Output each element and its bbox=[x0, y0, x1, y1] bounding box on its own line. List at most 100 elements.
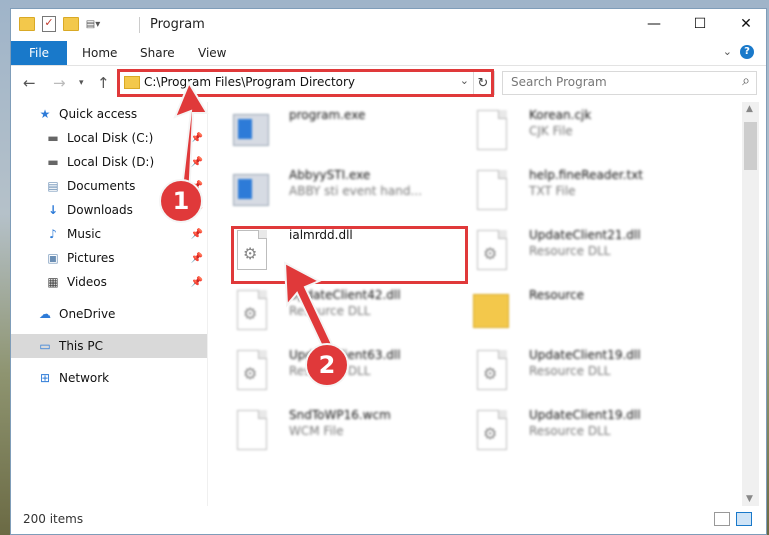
title-separator bbox=[139, 17, 140, 33]
dll-gear-icon: ⚙ bbox=[471, 408, 511, 452]
search-placeholder: Search Program bbox=[511, 75, 607, 89]
file-item[interactable]: ⚙ UpdateClient21.dll Resource DLL bbox=[449, 222, 694, 278]
scroll-up-icon[interactable]: ▲ bbox=[746, 104, 753, 114]
file-name: Resource bbox=[529, 288, 585, 302]
drive-icon: ▬ bbox=[47, 155, 59, 169]
pin-icon: 📌 bbox=[190, 252, 203, 264]
file-type: ABBY sti event hand... bbox=[289, 184, 422, 198]
sidebar-item-label: Documents bbox=[67, 179, 136, 193]
folder-icon[interactable] bbox=[19, 16, 35, 32]
tab-view[interactable]: View bbox=[198, 46, 226, 60]
dll-gear-icon: ⚙ bbox=[471, 348, 511, 392]
folder-icon bbox=[471, 288, 511, 332]
minimize-button[interactable]: — bbox=[631, 9, 677, 39]
large-icons-view-icon[interactable] bbox=[736, 512, 752, 526]
file-type: WCM File bbox=[289, 424, 344, 438]
search-input[interactable]: Search Program ⌕ bbox=[502, 71, 757, 95]
file-name: AbbyySTI.exe bbox=[289, 168, 371, 182]
file-type: TXT File bbox=[529, 184, 576, 198]
sidebar-item-quick-access[interactable]: ★ Quick access bbox=[11, 102, 207, 126]
ribbon: File Home Share View ⌄ ? bbox=[11, 41, 766, 66]
close-button[interactable]: ✕ bbox=[723, 9, 766, 39]
sidebar-item-network[interactable]: ⊞ Network bbox=[11, 366, 207, 390]
videos-icon: ▦ bbox=[47, 275, 59, 289]
dll-gear-icon: ⚙ bbox=[231, 288, 271, 332]
back-arrow-icon[interactable]: ← bbox=[23, 74, 36, 92]
dll-gear-icon: ⚙ bbox=[471, 228, 511, 272]
scroll-down-icon[interactable]: ▼ bbox=[746, 494, 753, 504]
status-bar: 200 items bbox=[11, 506, 766, 534]
file-item[interactable]: Korean.cjk CJK File bbox=[449, 102, 694, 158]
drive-icon: ▬ bbox=[47, 131, 59, 145]
sidebar-item-label: Music bbox=[67, 227, 102, 241]
properties-icon[interactable]: ✓ bbox=[41, 16, 57, 32]
pane-divider bbox=[207, 102, 208, 506]
pictures-icon: ▣ bbox=[47, 251, 59, 265]
exe-file-icon bbox=[231, 168, 271, 212]
file-item[interactable]: ⚙ UpdateClient19.dll Resource DLL bbox=[449, 342, 694, 398]
sidebar-item-label: OneDrive bbox=[59, 307, 116, 321]
file-item[interactable]: program.exe bbox=[209, 102, 454, 158]
vertical-scrollbar[interactable]: ▲ ▼ bbox=[742, 102, 759, 506]
file-item[interactable]: Resource bbox=[449, 282, 694, 338]
file-type: Resource DLL bbox=[529, 244, 611, 258]
exe-file-icon bbox=[231, 108, 271, 152]
step-2-badge: 2 bbox=[305, 343, 349, 387]
details-view-icon[interactable] bbox=[714, 512, 730, 526]
sidebar-item-label: Local Disk (C:) bbox=[67, 131, 154, 145]
sidebar-item-label: Local Disk (D:) bbox=[67, 155, 155, 169]
up-arrow-icon[interactable]: ↑ bbox=[97, 74, 110, 92]
file-name: UpdateClient21.dll bbox=[529, 228, 641, 242]
chevron-down-icon[interactable]: ⌄ bbox=[723, 45, 732, 58]
sidebar-item-onedrive[interactable]: ☁ OneDrive bbox=[11, 302, 207, 326]
tab-home[interactable]: Home bbox=[82, 46, 117, 60]
navigation-pane: ★ Quick access ▬ Local Disk (C:) 📌 ▬ Loc… bbox=[11, 102, 207, 506]
sidebar-item-this-pc[interactable]: ▭ This PC bbox=[11, 334, 207, 358]
item-count: 200 items bbox=[23, 512, 84, 526]
recent-locations-icon[interactable]: ▾ bbox=[79, 78, 84, 88]
document-icon bbox=[471, 168, 511, 212]
music-icon: ♪ bbox=[49, 227, 57, 241]
pin-icon: 📌 bbox=[190, 156, 203, 168]
file-highlight-box bbox=[231, 226, 468, 284]
file-name: Korean.cjk bbox=[529, 108, 592, 122]
documents-icon: ▤ bbox=[47, 179, 59, 193]
maximize-button[interactable]: ☐ bbox=[677, 9, 723, 39]
scrollbar-thumb[interactable] bbox=[744, 122, 757, 170]
explorer-window: ✓ ▤▾ Program — ☐ ✕ File Home Share View … bbox=[10, 8, 767, 535]
new-folder-icon[interactable] bbox=[63, 16, 79, 32]
sidebar-item-label: Downloads bbox=[67, 203, 133, 217]
sidebar-item-local-disk-d[interactable]: ▬ Local Disk (D:) 📌 bbox=[11, 150, 207, 174]
sidebar-item-pictures[interactable]: ▣ Pictures 📌 bbox=[11, 246, 207, 270]
file-type: Resource DLL bbox=[529, 424, 611, 438]
file-name: help.fineReader.txt bbox=[529, 168, 643, 182]
file-type: Resource DLL bbox=[289, 304, 371, 318]
pin-icon: 📌 bbox=[190, 228, 203, 240]
pin-icon: 📌 bbox=[190, 276, 203, 288]
sidebar-item-videos[interactable]: ▦ Videos 📌 bbox=[11, 270, 207, 294]
pc-icon: ▭ bbox=[39, 339, 51, 353]
sidebar-item-music[interactable]: ♪ Music 📌 bbox=[11, 222, 207, 246]
pin-icon: 📌 bbox=[190, 132, 203, 144]
title-bar: ✓ ▤▾ Program — ☐ ✕ bbox=[11, 9, 766, 41]
search-icon[interactable]: ⌕ bbox=[742, 73, 750, 89]
customize-toolbar-icon[interactable]: ▤▾ bbox=[85, 16, 101, 32]
step-1-badge: 1 bbox=[159, 179, 203, 223]
sidebar-item-label: This PC bbox=[59, 339, 103, 353]
download-icon: ↓ bbox=[47, 203, 59, 217]
sidebar-item-local-disk-c[interactable]: ▬ Local Disk (C:) 📌 bbox=[11, 126, 207, 150]
file-item[interactable]: AbbyySTI.exe ABBY sti event hand... bbox=[209, 162, 454, 218]
sidebar-item-label: Quick access bbox=[59, 107, 138, 121]
help-icon[interactable]: ? bbox=[740, 45, 754, 59]
file-item[interactable]: help.fineReader.txt TXT File bbox=[449, 162, 694, 218]
sidebar-item-label: Network bbox=[59, 371, 110, 385]
file-item[interactable]: ⚙ UpdateClient19.dll Resource DLL bbox=[449, 402, 694, 458]
document-icon bbox=[471, 108, 511, 152]
forward-arrow-icon[interactable]: → bbox=[53, 74, 66, 92]
sidebar-item-label: Pictures bbox=[67, 251, 115, 265]
tab-file[interactable]: File bbox=[11, 41, 67, 65]
file-name: UpdateClient19.dll bbox=[529, 408, 641, 422]
tab-share[interactable]: Share bbox=[140, 46, 175, 60]
file-item[interactable]: SndToWP16.wcm WCM File bbox=[209, 402, 454, 458]
file-item[interactable]: ⚙ UpdateClient42.dll Resource DLL bbox=[209, 282, 454, 338]
